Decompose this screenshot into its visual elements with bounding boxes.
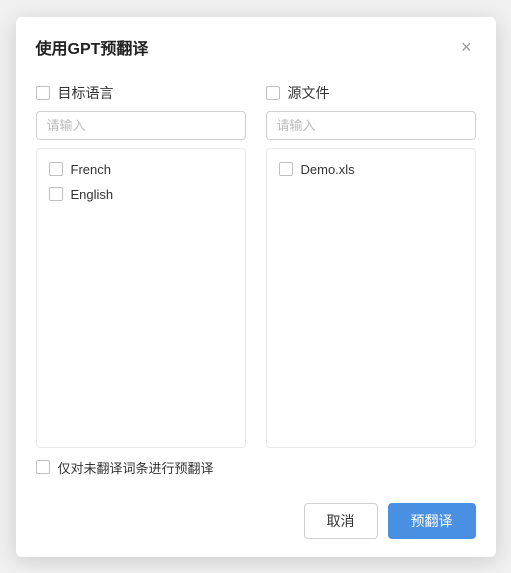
list-item[interactable]: Demo.xls [273,157,469,182]
close-button[interactable]: × [457,36,476,58]
left-header-label: 目标语言 [58,83,114,103]
right-list-area: Demo.xls [266,148,476,448]
list-item[interactable]: French [43,157,239,182]
left-column: 目标语言 French English [36,83,246,448]
right-header-checkbox[interactable] [266,86,280,100]
left-header-checkbox[interactable] [36,86,50,100]
dialog-body: 目标语言 French English [16,73,496,493]
right-search-input[interactable] [266,111,476,140]
right-header-label: 源文件 [288,83,330,103]
demo-xls-checkbox[interactable] [279,162,293,176]
right-column: 源文件 Demo.xls [266,83,476,448]
demo-xls-label: Demo.xls [301,162,355,177]
english-checkbox[interactable] [49,187,63,201]
dialog-footer: 取消 预翻译 [16,493,496,557]
dialog: 使用GPT预翻译 × 目标语言 French Englis [16,17,496,557]
footer-option-checkbox[interactable] [36,460,50,474]
footer-option-row: 仅对未翻译词条进行预翻译 [36,448,476,483]
confirm-button[interactable]: 预翻译 [388,503,476,539]
left-search-input[interactable] [36,111,246,140]
list-item[interactable]: English [43,182,239,207]
dialog-header: 使用GPT预翻译 × [16,17,496,73]
dialog-title: 使用GPT预翻译 [36,35,149,59]
left-column-header: 目标语言 [36,83,246,103]
french-label: French [71,162,111,177]
left-list-area: French English [36,148,246,448]
english-label: English [71,187,114,202]
columns: 目标语言 French English [36,83,476,448]
french-checkbox[interactable] [49,162,63,176]
footer-option-label: 仅对未翻译词条进行预翻译 [58,458,214,477]
cancel-button[interactable]: 取消 [304,503,378,539]
right-column-header: 源文件 [266,83,476,103]
